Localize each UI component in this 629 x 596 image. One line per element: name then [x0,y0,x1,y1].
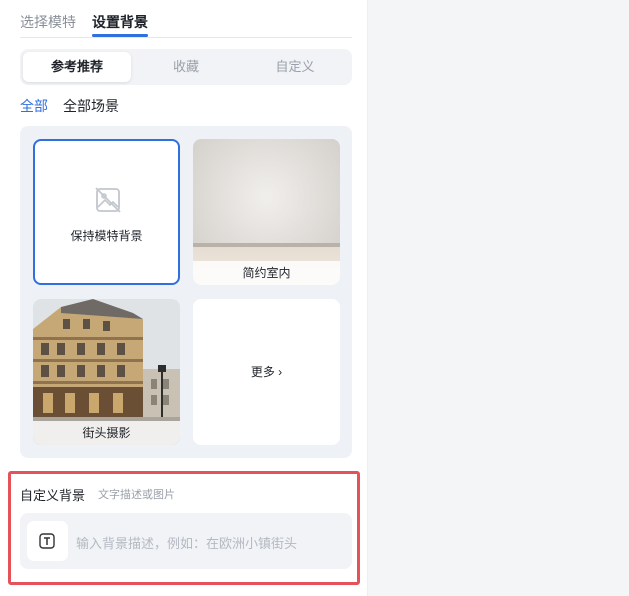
text-mode-button[interactable] [27,521,68,561]
street-photography-card[interactable]: 街头摄影 [33,299,180,445]
settings-panel: 选择模特 设置背景 参考推荐 收藏 自定义 全部 全部场景 保持模特背景 简约室… [0,0,368,596]
text-icon [39,533,55,549]
custom-background-subtitle: 文字描述或图片 [98,489,175,501]
filter-all[interactable]: 全部 [20,96,48,116]
segment-recommended[interactable]: 参考推荐 [23,52,131,82]
active-tab-indicator [92,34,148,37]
background-grid: 保持模特背景 简约室内 街头摄影 更多 › [20,126,352,458]
simple-interior-card[interactable]: 简约室内 [193,139,340,285]
filter-all-scenes[interactable]: 全部场景 [63,96,119,116]
more-link: 更多 › [193,363,340,380]
card-label: 保持模特背景 [70,229,143,243]
tab-select-model[interactable]: 选择模特 [20,12,76,32]
segment-custom[interactable]: 自定义 [241,49,349,85]
keep-model-background-card[interactable]: 保持模特背景 [33,139,180,285]
top-tabs: 选择模特 设置背景 [20,0,352,38]
no-image-icon [95,187,121,213]
input-placeholder: 输入背景描述，例如：在欧洲小镇街头 [76,536,298,551]
tab-set-background[interactable]: 设置背景 [92,12,148,32]
card-caption: 简约室内 [193,261,340,285]
card-caption: 街头摄影 [33,421,180,445]
segmented-control: 参考推荐 收藏 自定义 [20,49,352,85]
more-label: 更多 [250,365,275,379]
segment-favorites[interactable]: 收藏 [131,49,241,85]
more-card[interactable]: 更多 › [193,299,340,445]
custom-background-title: 自定义背景 [20,488,86,503]
chevron-right-icon: › [278,365,283,379]
background-description-input[interactable]: 输入背景描述，例如：在欧洲小镇街头 [20,513,352,569]
